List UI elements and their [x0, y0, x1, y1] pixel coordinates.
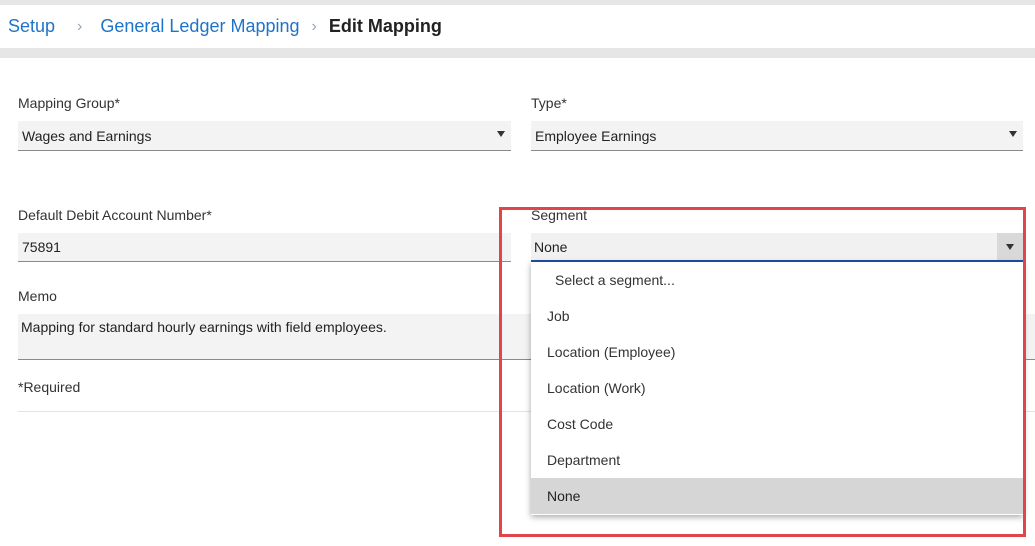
memo-label: Memo: [18, 288, 57, 304]
segment-option-location-employee[interactable]: Location (Employee): [531, 334, 1023, 370]
segment-value: None: [534, 238, 568, 255]
breadcrumb: Setup › General Ledger Mapping › Edit Ma…: [0, 5, 1035, 48]
required-note: *Required: [18, 379, 81, 395]
type-select[interactable]: Employee Earnings: [531, 121, 1023, 151]
debit-account-value: 75891: [22, 239, 61, 255]
debit-account-label: Default Debit Account Number*: [18, 207, 212, 223]
dropdown-arrow-icon: [497, 131, 505, 137]
type-value: Employee Earnings: [535, 127, 657, 144]
breadcrumb-chevron-icon: ›: [311, 17, 317, 35]
mapping-group-label: Mapping Group*: [18, 95, 120, 111]
debit-account-input[interactable]: 75891: [18, 233, 511, 262]
segment-option-department[interactable]: Department: [531, 442, 1023, 478]
segment-option-placeholder[interactable]: Select a segment...: [531, 262, 1023, 298]
segment-option-job[interactable]: Job: [531, 298, 1023, 334]
segment-select[interactable]: None: [531, 233, 1023, 262]
dropdown-arrow-icon: [1009, 131, 1017, 137]
segment-label: Segment: [531, 207, 588, 223]
memo-value: Mapping for standard hourly earnings wit…: [21, 319, 387, 335]
breadcrumb-setup-link[interactable]: Setup: [8, 16, 55, 37]
dropdown-arrow-icon: [1006, 244, 1014, 250]
page-title: Edit Mapping: [328, 16, 442, 36]
mapping-group-value: Wages and Earnings: [22, 127, 152, 144]
breadcrumb-gl-mapping-link[interactable]: General Ledger Mapping: [100, 16, 299, 37]
mapping-group-select[interactable]: Wages and Earnings: [18, 121, 511, 151]
segment-dropdown-menu: Select a segment... Job Location (Employ…: [531, 262, 1023, 515]
segment-option-none[interactable]: None: [531, 478, 1023, 514]
segment-option-cost-code[interactable]: Cost Code: [531, 406, 1023, 442]
segment-option-location-work[interactable]: Location (Work): [531, 370, 1023, 406]
type-label: Type*: [531, 95, 567, 111]
header-divider-band: [0, 48, 1035, 58]
breadcrumb-chevron-icon: ›: [77, 17, 83, 35]
segment-dropdown-toggle[interactable]: [997, 233, 1023, 260]
